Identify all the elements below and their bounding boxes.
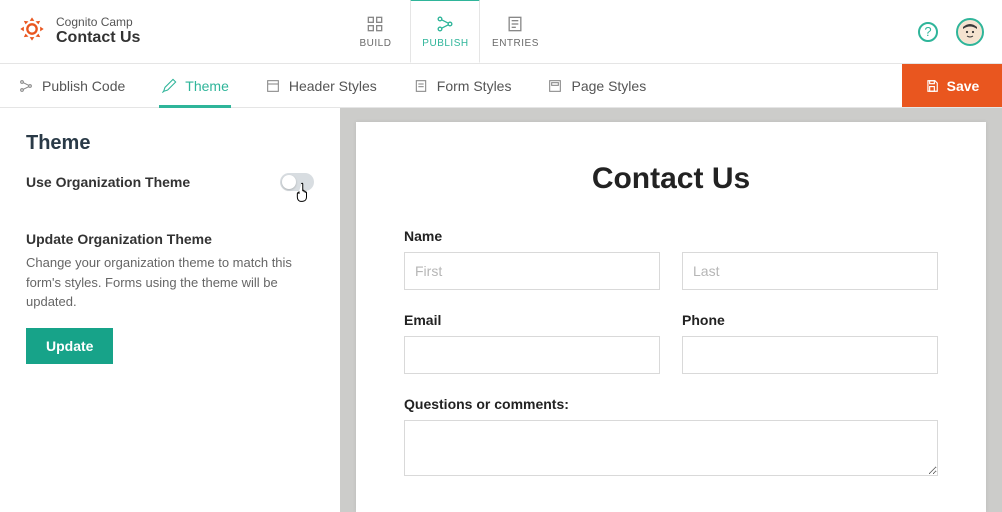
help-icon[interactable]: ?: [918, 22, 938, 42]
form-icon: [413, 78, 429, 94]
update-org-theme-desc: Change your organization theme to match …: [26, 253, 306, 312]
build-icon: [365, 14, 385, 34]
entries-icon: [505, 14, 525, 34]
tab-publish-label: PUBLISH: [422, 38, 468, 49]
style-tabs-bar: Publish Code Theme Header Styles Form St…: [0, 64, 1002, 108]
preview-pane: Contact Us Name Email Phone: [340, 108, 1002, 512]
save-icon: [925, 79, 939, 93]
avatar-face-icon: [958, 20, 982, 44]
comments-textarea[interactable]: [404, 420, 938, 476]
subtab-header-styles-label: Header Styles: [289, 78, 377, 94]
org-name: Cognito Camp: [56, 16, 140, 29]
publish-icon: [435, 14, 455, 34]
save-button[interactable]: Save: [902, 64, 1002, 107]
subtab-page-styles-label: Page Styles: [571, 78, 646, 94]
subtab-theme[interactable]: Theme: [143, 64, 247, 107]
avatar[interactable]: [956, 18, 984, 46]
main-nav-tabs: BUILD PUBLISH ENTRIES: [340, 0, 550, 63]
logo-icon: [18, 15, 46, 48]
tab-publish[interactable]: PUBLISH: [410, 0, 480, 63]
form-title: Contact Us: [404, 162, 938, 196]
brand-block: Cognito Camp Contact Us: [0, 15, 140, 48]
subtab-header-styles[interactable]: Header Styles: [247, 64, 395, 107]
subtab-page-styles[interactable]: Page Styles: [529, 64, 664, 107]
form-preview-card: Contact Us Name Email Phone: [356, 122, 986, 512]
theme-sidebar: Theme Use Organization Theme Update Orga…: [0, 108, 340, 512]
update-org-theme-title: Update Organization Theme: [26, 231, 314, 247]
email-label: Email: [404, 312, 660, 328]
use-org-theme-toggle[interactable]: [280, 173, 314, 191]
main-area: Theme Use Organization Theme Update Orga…: [0, 108, 1002, 512]
update-button[interactable]: Update: [26, 328, 113, 364]
top-header: Cognito Camp Contact Us BUILD PUBLISH EN…: [0, 0, 1002, 64]
name-label: Name: [404, 228, 938, 244]
sidebar-title: Theme: [26, 132, 314, 155]
phone-label: Phone: [682, 312, 938, 328]
last-name-input[interactable]: [682, 252, 938, 290]
comments-label: Questions or comments:: [404, 396, 938, 412]
brush-icon: [161, 78, 177, 94]
toggle-knob: [282, 175, 296, 189]
save-button-label: Save: [947, 78, 980, 94]
subtab-publish-code-label: Publish Code: [42, 78, 125, 94]
use-org-theme-label: Use Organization Theme: [26, 174, 190, 190]
subtab-theme-label: Theme: [185, 78, 229, 94]
tab-build[interactable]: BUILD: [340, 0, 410, 63]
phone-input[interactable]: [682, 336, 938, 374]
tab-entries-label: ENTRIES: [492, 38, 539, 49]
subtab-publish-code[interactable]: Publish Code: [0, 64, 143, 107]
share-icon: [18, 78, 34, 94]
tab-entries[interactable]: ENTRIES: [480, 0, 550, 63]
email-input[interactable]: [404, 336, 660, 374]
form-name: Contact Us: [56, 29, 140, 47]
page-icon: [547, 78, 563, 94]
first-name-input[interactable]: [404, 252, 660, 290]
subtab-form-styles[interactable]: Form Styles: [395, 64, 530, 107]
tab-build-label: BUILD: [359, 38, 391, 49]
subtab-form-styles-label: Form Styles: [437, 78, 512, 94]
header-icon: [265, 78, 281, 94]
